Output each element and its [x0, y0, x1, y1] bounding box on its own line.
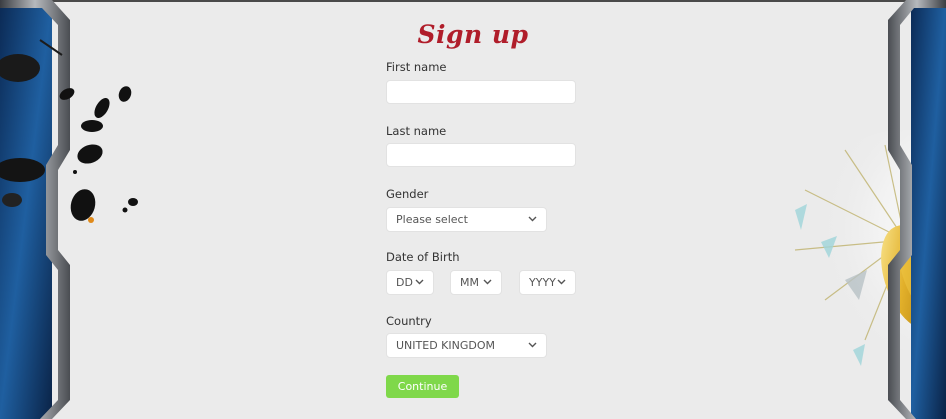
dob-year-select[interactable]: YYYY	[519, 270, 576, 295]
last-name-field[interactable]	[386, 143, 576, 167]
dob-month-value: MM	[460, 276, 479, 289]
right-frame-decoration	[888, 0, 946, 419]
country-select-value: UNITED KINGDOM	[396, 339, 495, 352]
chevron-down-icon	[528, 216, 537, 222]
country-label: Country	[386, 314, 432, 328]
top-border	[0, 0, 946, 2]
chevron-down-icon	[557, 279, 566, 285]
dob-day-value: DD	[396, 276, 413, 289]
dob-year-value: YYYY	[529, 276, 556, 289]
gender-label: Gender	[386, 187, 429, 201]
chevron-down-icon	[528, 342, 537, 348]
asteroid-fragments-decoration	[59, 86, 138, 223]
chevron-down-icon	[415, 279, 424, 285]
dob-label: Date of Birth	[386, 250, 460, 264]
gender-select-value: Please select	[396, 213, 468, 226]
first-name-label: First name	[386, 60, 447, 74]
first-name-field[interactable]	[386, 80, 576, 104]
continue-button[interactable]: Continue	[386, 375, 459, 398]
country-select[interactable]: UNITED KINGDOM	[386, 333, 547, 358]
dob-month-select[interactable]: MM	[450, 270, 502, 295]
page-title: Sign up	[417, 20, 529, 49]
last-name-label: Last name	[386, 124, 447, 138]
dob-day-select[interactable]: DD	[386, 270, 434, 295]
gender-select[interactable]: Please select	[386, 207, 547, 232]
chevron-down-icon	[483, 279, 492, 285]
